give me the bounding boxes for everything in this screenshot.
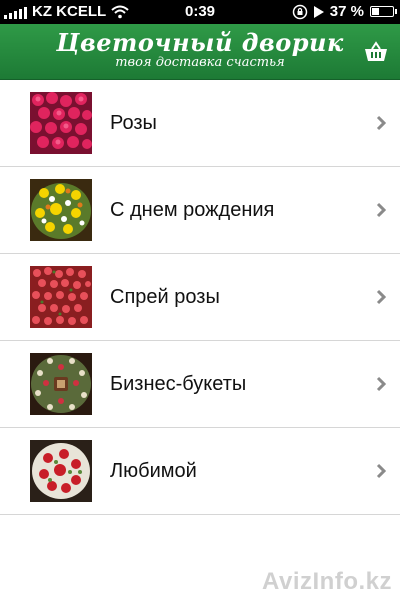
basket-icon[interactable] <box>364 41 388 63</box>
chevron-right-icon <box>376 289 386 305</box>
category-label: Розы <box>110 111 157 134</box>
category-label: Спрей розы <box>110 285 220 308</box>
app-logo: Цветочный дворик твоя доставка счастья <box>0 30 400 70</box>
logo-subtitle: твоя доставка счастья <box>115 55 285 70</box>
category-item-birthday[interactable]: С днем рождения <box>0 167 400 254</box>
battery-percent: 37 % <box>329 3 364 20</box>
chevron-right-icon <box>376 202 386 218</box>
category-item-beloved[interactable]: Любимой <box>0 428 400 515</box>
battery-icon <box>370 6 397 17</box>
birthday-bouquet-thumbnail <box>30 179 92 241</box>
roses-thumbnail <box>30 92 92 154</box>
category-label: Бизнес-букеты <box>110 372 247 395</box>
category-item-business-bouquets[interactable]: Бизнес-букеты <box>0 341 400 428</box>
category-item-roses[interactable]: Розы <box>0 80 400 167</box>
app-header: Цветочный дворик твоя доставка счастья <box>0 24 400 80</box>
chevron-right-icon <box>376 463 386 479</box>
chevron-right-icon <box>376 376 386 392</box>
logo-title: Цветочный дворик <box>56 28 344 57</box>
play-icon <box>313 5 324 18</box>
rotation-lock-icon <box>292 4 308 19</box>
category-item-spray-roses[interactable]: Спрей розы <box>0 254 400 341</box>
watermark: AvizInfo.kz <box>262 568 392 595</box>
spray-roses-thumbnail <box>30 266 92 328</box>
category-label: С днем рождения <box>110 198 275 221</box>
beloved-bouquet-thumbnail <box>30 440 92 502</box>
chevron-right-icon <box>376 115 386 131</box>
category-list: Розы С днем рождения Спрей розы Бизнес-б… <box>0 80 400 515</box>
category-label: Любимой <box>110 459 197 482</box>
business-bouquet-thumbnail <box>30 353 92 415</box>
status-bar: KZ KCELL 0:39 37 % <box>0 0 400 24</box>
